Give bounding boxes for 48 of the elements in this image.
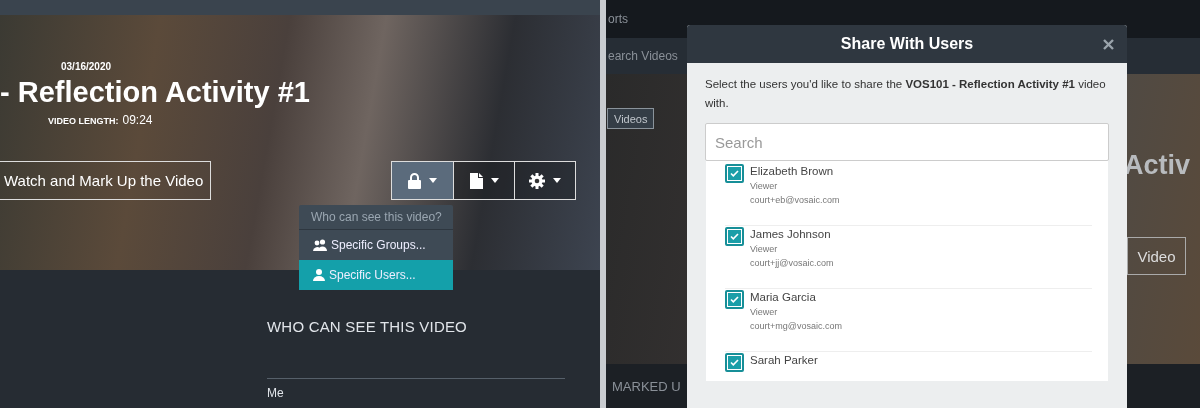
user-email: court+eb@vosaic.com (750, 194, 840, 207)
user-name: Elizabeth Brown (750, 164, 835, 179)
search-field[interactable]: Search (705, 123, 1109, 161)
user-role: Viewer (750, 306, 779, 319)
check-icon (730, 170, 739, 177)
user-icon (313, 269, 325, 281)
user-email: court+mg@vosaic.com (750, 320, 842, 333)
search-field[interactable]: earch Videos (608, 49, 678, 63)
caret-icon (490, 178, 499, 183)
dialog-description: Select the users you'd like to share the VOS101 - Reflection Activity #1 video with. (705, 77, 1107, 111)
caret-icon (553, 178, 561, 183)
user-name: James Johnson (750, 227, 832, 242)
caret-icon (429, 178, 437, 183)
check-icon (730, 359, 739, 366)
watch-button[interactable]: Video (1127, 237, 1186, 275)
video-length-label: VIDEO LENGTH: (48, 116, 119, 126)
menu-item[interactable]: Specific Groups... (299, 230, 453, 260)
checkbox[interactable] (725, 290, 744, 309)
checkbox[interactable] (725, 164, 744, 183)
document-icon (469, 172, 483, 189)
check-icon (730, 296, 739, 303)
lock-icon (408, 172, 421, 189)
dialog-title: Share With Users (840, 35, 974, 53)
check-icon (730, 233, 739, 240)
user-role: Viewer (750, 180, 779, 193)
checkbox[interactable] (725, 227, 744, 246)
user-email: court+jj@vosaic.com (750, 257, 834, 270)
video-date: 03/16/2020 (61, 61, 113, 72)
checkbox[interactable] (725, 353, 744, 372)
section-heading: MARKED U (612, 378, 681, 394)
video-title: Activ (1124, 150, 1191, 181)
menu-header: Who can see this video? (299, 205, 453, 230)
watch-button[interactable]: Watch and Mark Up the Video (0, 161, 211, 200)
videos-button[interactable]: Videos (607, 108, 655, 129)
user-role: Viewer (750, 243, 779, 256)
close-icon[interactable] (1103, 39, 1114, 50)
viewer-name: Me (267, 386, 285, 400)
section-heading: WHO CAN SEE THIS VIDEO (267, 318, 468, 335)
video-length-value: 09:24 (122, 113, 153, 127)
user-name: Sarah Parker (750, 353, 818, 368)
video-title: - Reflection Activity #1 (0, 76, 311, 109)
settings-icon (529, 172, 545, 189)
settings-dropdown-button[interactable] (514, 162, 575, 199)
document-dropdown-button[interactable] (453, 162, 514, 199)
nav-link[interactable]: orts (608, 12, 628, 26)
user-name: Maria Garcia (750, 290, 817, 305)
users-icon (313, 239, 327, 251)
privacy-dropdown-button[interactable] (392, 162, 453, 199)
